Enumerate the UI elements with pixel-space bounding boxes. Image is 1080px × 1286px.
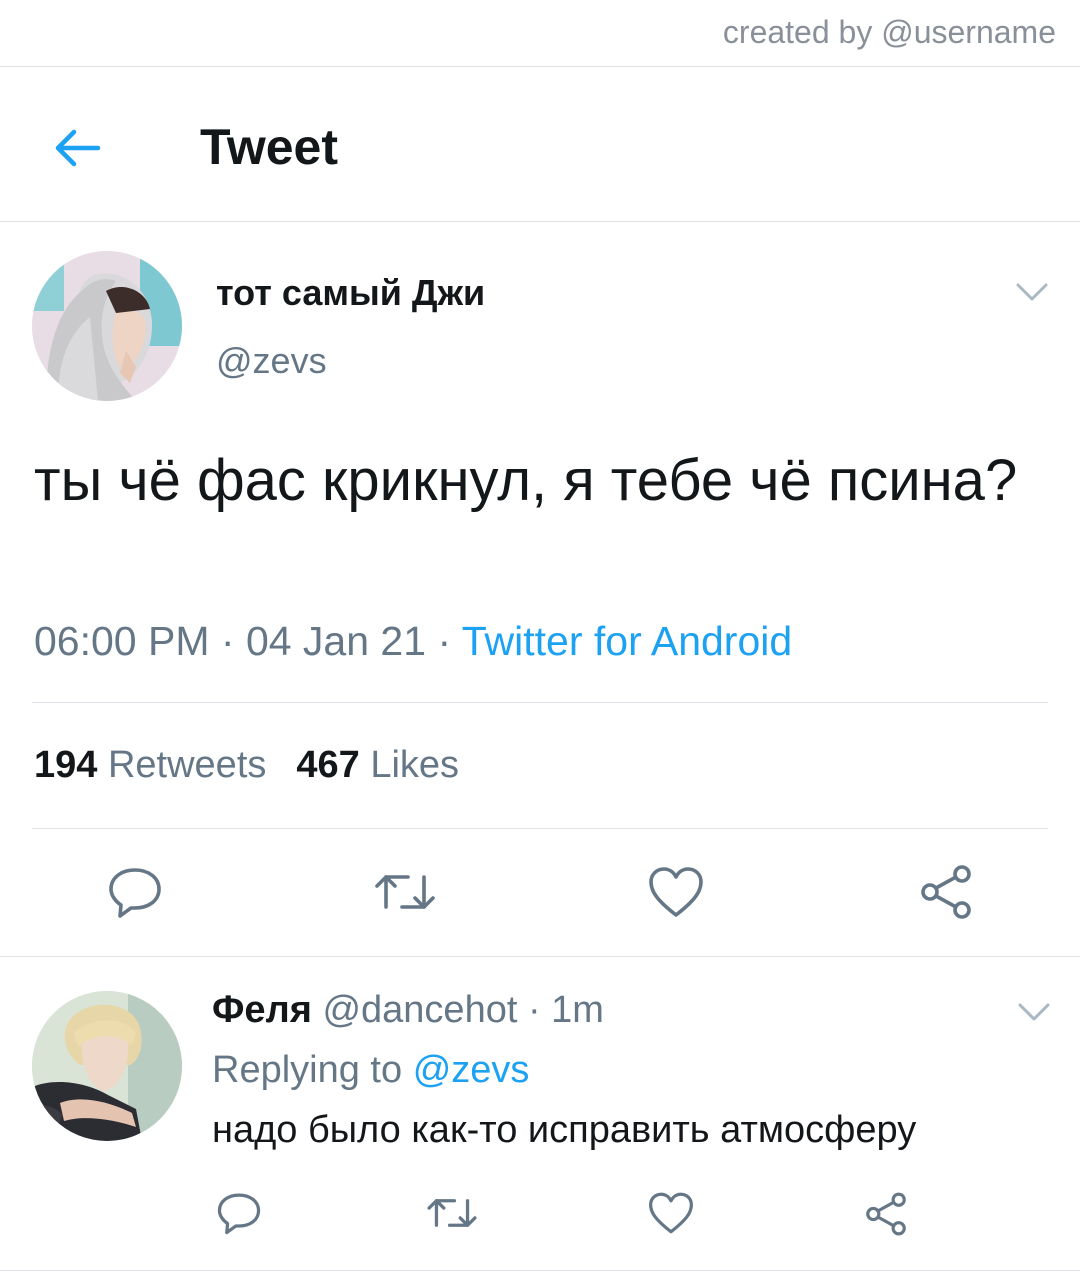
- page-title: Tweet: [200, 119, 338, 175]
- retweets-count: 194: [34, 744, 98, 786]
- app-header: Tweet: [0, 66, 1080, 222]
- reply-avatar[interactable]: [32, 991, 182, 1141]
- reply-button[interactable]: [102, 862, 168, 922]
- replying-to: Replying to @zevs: [212, 1049, 529, 1092]
- likes-label: Likes: [370, 744, 460, 786]
- arrow-left-icon: [55, 129, 101, 167]
- likes-stat[interactable]: 467 Likes: [296, 744, 459, 786]
- share-button[interactable]: [914, 860, 978, 924]
- reply-menu-button[interactable]: [1014, 997, 1054, 1027]
- divider: [0, 221, 1080, 222]
- back-button[interactable]: [44, 120, 110, 176]
- divider: [32, 702, 1048, 703]
- reply-time: 1m: [551, 989, 604, 1031]
- retweet-icon: [375, 875, 435, 909]
- divider: [32, 828, 1048, 829]
- avatar-photo: [32, 991, 182, 1141]
- like-icon: [649, 867, 703, 917]
- retweet-button[interactable]: [370, 862, 440, 922]
- reply-share-button[interactable]: [860, 1188, 912, 1240]
- tweet-date: 04 Jan 21: [245, 618, 427, 664]
- reply-author-name[interactable]: Феля: [212, 989, 312, 1031]
- share-icon: [866, 1192, 906, 1236]
- reply-text: надо было как-то исправить атмосферу: [212, 1109, 917, 1151]
- replying-to-mention[interactable]: @zevs: [413, 1049, 530, 1091]
- tweet-meta: 06:00 PM · 04 Jan 21 · Twitter for Andro…: [34, 618, 793, 664]
- tweet-source-link[interactable]: Twitter for Android: [462, 618, 792, 664]
- likes-count: 467: [296, 744, 360, 786]
- reply-icon: [109, 868, 161, 918]
- retweets-label: Retweets: [107, 744, 267, 786]
- reply-header: Феля @dancehot · 1m: [212, 989, 604, 1031]
- reply-retweet-button[interactable]: [424, 1188, 480, 1238]
- tweet-time: 06:00 PM: [34, 618, 210, 664]
- tweet-text: ты чё фас крикнул, я тебе чё псина?: [34, 448, 1018, 513]
- reply-reply-button[interactable]: [212, 1188, 266, 1238]
- author-name[interactable]: тот самый Джи: [216, 272, 485, 314]
- chevron-down-icon: [1016, 283, 1048, 301]
- tweet-menu-button[interactable]: [1012, 277, 1052, 307]
- retweets-stat[interactable]: 194 Retweets: [34, 744, 266, 786]
- share-icon: [921, 865, 971, 919]
- tweet-stats: 194 Retweets 467 Likes: [34, 744, 459, 787]
- author-handle[interactable]: @zevs: [216, 340, 327, 382]
- reply-author-handle[interactable]: @dancehot: [322, 989, 517, 1031]
- like-button[interactable]: [644, 862, 708, 922]
- watermark: created by @username: [722, 14, 1056, 50]
- replying-to-label: Replying to: [212, 1049, 403, 1091]
- avatar[interactable]: [32, 251, 182, 401]
- divider: [0, 956, 1080, 957]
- retweet-icon: [427, 1199, 477, 1227]
- reply-icon: [217, 1193, 261, 1235]
- divider: [0, 1270, 1080, 1271]
- chevron-down-icon: [1018, 1003, 1050, 1021]
- avatar-photo: [32, 251, 182, 401]
- reply-like-button[interactable]: [644, 1188, 698, 1238]
- like-icon: [648, 1192, 693, 1234]
